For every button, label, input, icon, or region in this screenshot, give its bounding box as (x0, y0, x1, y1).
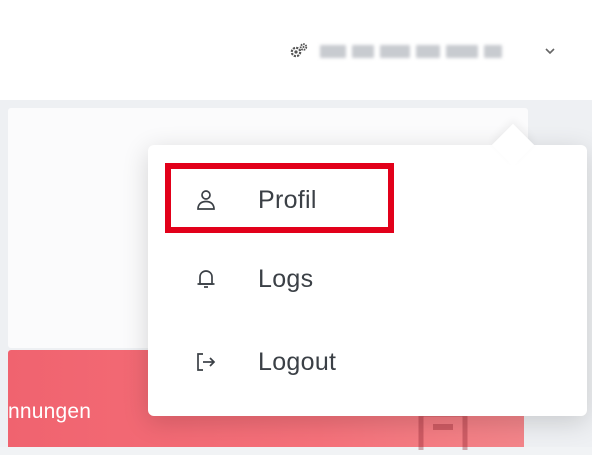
gears-icon (288, 40, 310, 62)
chevron-down-icon (543, 44, 557, 58)
logout-icon (192, 348, 220, 376)
menu-item-logout[interactable]: Logout (148, 332, 587, 392)
document-icon (413, 410, 473, 455)
menu-item-profil[interactable]: Profil (148, 170, 587, 230)
menu-item-logs[interactable]: Logs (148, 249, 587, 309)
user-menu-toggle[interactable] (288, 34, 568, 68)
stat-card-label: nnungen (8, 400, 92, 423)
menu-item-label: Logs (258, 264, 314, 293)
user-icon (192, 186, 220, 214)
user-name-redacted (320, 41, 510, 61)
user-dropdown-menu: Profil Logs Logout (148, 123, 587, 416)
bell-icon (192, 265, 220, 293)
top-header (0, 0, 592, 100)
menu-item-label: Logout (258, 347, 337, 376)
menu-item-label: Profil (258, 185, 317, 214)
